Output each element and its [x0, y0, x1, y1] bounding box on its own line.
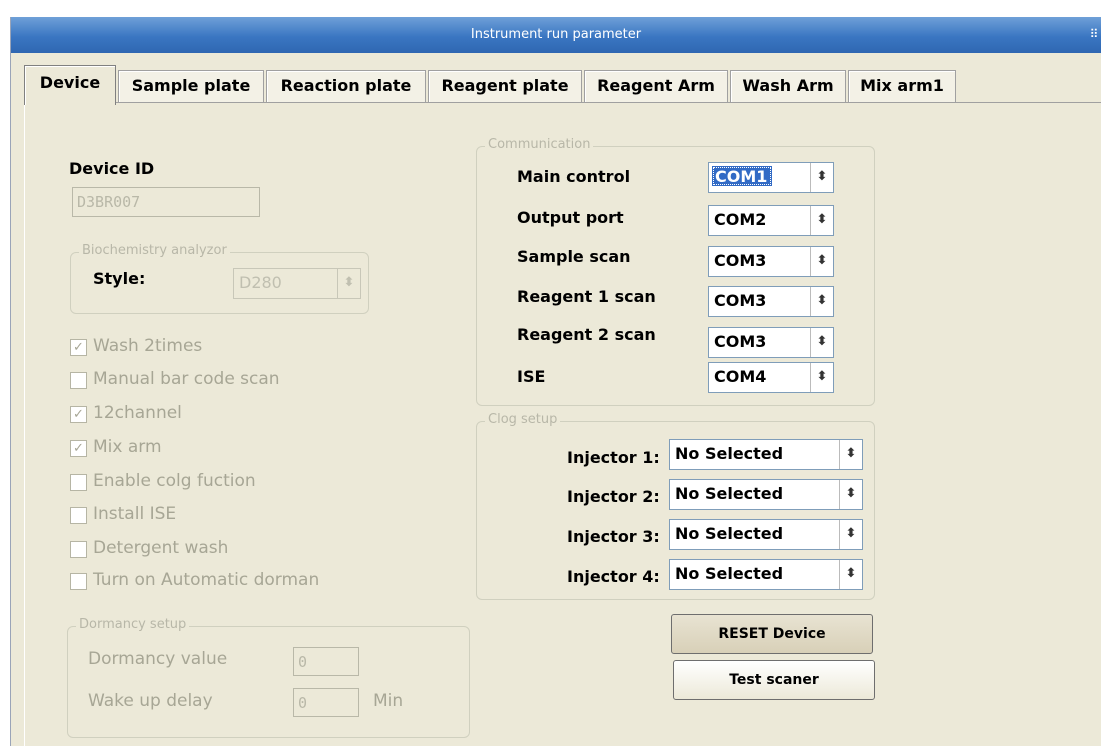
spin-icon[interactable]: ⬍ — [810, 247, 833, 276]
spin-icon[interactable]: ⬍ — [839, 520, 862, 549]
install-ise-label: Install ISE — [93, 504, 177, 524]
tab-sample-plate[interactable]: Sample plate — [118, 70, 264, 102]
style-label: Style: — [93, 269, 146, 288]
tab-mix-arm1[interactable]: Mix arm1 — [848, 70, 956, 102]
reset-device-button[interactable]: RESET Device — [671, 614, 873, 654]
biochemistry-analyzor-group: Biochemistry analyzor Style: D280 ⬍ — [70, 243, 369, 314]
spin-icon[interactable]: ⬍ — [337, 269, 360, 298]
injector-3-label: Injector 3: — [567, 527, 660, 546]
spin-icon[interactable]: ⬍ — [810, 328, 833, 357]
ise-label: ISE — [517, 367, 546, 386]
main-control-value: COM1 — [712, 166, 773, 186]
injector-4-label: Injector 4: — [567, 567, 660, 586]
injector-4-select[interactable]: No Selected ⬍ — [669, 559, 863, 590]
dormancy-value-field[interactable]: 0 — [293, 647, 359, 676]
spin-icon[interactable]: ⬍ — [810, 363, 833, 392]
title-bar: Instrument run parameter ⠿ — [11, 17, 1101, 53]
spin-icon[interactable]: ⬍ — [810, 206, 833, 235]
style-select-value: D280 — [239, 273, 282, 292]
tab-reaction-plate[interactable]: Reaction plate — [266, 70, 426, 102]
wake-up-delay-label: Wake up delay — [88, 691, 213, 711]
device-id-label: Device ID — [69, 159, 155, 178]
checkbox-unchecked-icon — [70, 372, 87, 389]
communication-group: Communication Main control COM1 ⬍ Output… — [476, 137, 875, 406]
biochemistry-group-title: Biochemistry analyzor — [79, 243, 230, 258]
ise-select[interactable]: COM4 ⬍ — [708, 362, 834, 393]
sample-scan-select[interactable]: COM3 ⬍ — [708, 246, 834, 277]
reagent-1-scan-value: COM3 — [714, 291, 767, 310]
manual-bar-code-scan-label: Manual bar code scan — [93, 369, 280, 389]
tab-reagent-arm[interactable]: Reagent Arm — [584, 70, 728, 102]
checkbox-checked-icon: ✓ — [70, 406, 87, 423]
spin-icon[interactable]: ⬍ — [810, 163, 833, 192]
dormancy-value-label: Dormancy value — [88, 649, 228, 669]
turn-on-automatic-dorman-label: Turn on Automatic dorman — [93, 570, 320, 590]
checkbox-unchecked-icon — [70, 507, 87, 524]
detergent-wash-label: Detergent wash — [93, 538, 229, 558]
window-title: Instrument run parameter — [470, 27, 642, 42]
clog-group-title: Clog setup — [485, 412, 561, 427]
spin-icon[interactable]: ⬍ — [839, 440, 862, 469]
injector-2-value: No Selected — [675, 484, 784, 503]
reagent-2-scan-select[interactable]: COM3 ⬍ — [708, 327, 834, 358]
tab-reagent-plate[interactable]: Reagent plate — [428, 70, 582, 102]
reagent-2-scan-label: Reagent 2 scan — [517, 325, 656, 344]
dormancy-group-title: Dormancy setup — [76, 617, 190, 632]
spin-icon[interactable]: ⬍ — [839, 560, 862, 589]
style-select[interactable]: D280 ⬍ — [233, 268, 361, 299]
main-control-label: Main control — [517, 167, 631, 186]
spin-icon[interactable]: ⬍ — [810, 287, 833, 316]
output-port-value: COM2 — [714, 210, 767, 229]
injector-2-label: Injector 2: — [567, 487, 660, 506]
reagent-1-scan-label: Reagent 1 scan — [517, 287, 656, 306]
injector-1-value: No Selected — [675, 444, 784, 463]
sample-scan-label: Sample scan — [517, 247, 631, 266]
clog-setup-group: Clog setup Injector 1: No Selected ⬍ Inj… — [476, 412, 875, 600]
wash-2times-label: Wash 2times — [93, 336, 203, 356]
checkbox-checked-icon: ✓ — [70, 440, 87, 457]
output-port-label: Output port — [517, 208, 624, 227]
injector-2-select[interactable]: No Selected ⬍ — [669, 479, 863, 510]
instrument-run-parameter-window: Instrument run parameter ⠿ Device Sample… — [10, 17, 1101, 746]
injector-3-value: No Selected — [675, 524, 784, 543]
communication-group-title: Communication — [485, 137, 594, 152]
injector-3-select[interactable]: No Selected ⬍ — [669, 519, 863, 550]
device-id-field[interactable]: D3BR007 — [72, 187, 260, 217]
enable-colg-fuction-label: Enable colg fuction — [93, 471, 256, 491]
wake-up-delay-field[interactable]: 0 — [293, 688, 359, 717]
injector-1-select[interactable]: No Selected ⬍ — [669, 439, 863, 470]
sample-scan-value: COM3 — [714, 251, 767, 270]
checkbox-checked-icon: ✓ — [70, 339, 87, 356]
reagent-1-scan-select[interactable]: COM3 ⬍ — [708, 286, 834, 317]
ise-value: COM4 — [714, 367, 767, 386]
checkbox-unchecked-icon — [70, 541, 87, 558]
tab-device[interactable]: Device — [24, 65, 116, 105]
checkbox-unchecked-icon — [70, 573, 87, 590]
main-control-select[interactable]: COM1 ⬍ — [708, 162, 834, 193]
output-port-select[interactable]: COM2 ⬍ — [708, 205, 834, 236]
wake-unit-label: Min — [373, 691, 404, 711]
12channel-label: 12channel — [93, 403, 182, 423]
test-scaner-button[interactable]: Test scaner — [673, 660, 875, 700]
grip-icon[interactable]: ⠿ — [1089, 28, 1099, 40]
spin-icon[interactable]: ⬍ — [839, 480, 862, 509]
reagent-2-scan-value: COM3 — [714, 332, 767, 351]
injector-1-label: Injector 1: — [567, 448, 660, 467]
dormancy-setup-group: Dormancy setup Dormancy value 0 Wake up … — [67, 617, 470, 738]
device-tab-panel: Device ID D3BR007 Biochemistry analyzor … — [24, 103, 1101, 746]
checkbox-unchecked-icon — [70, 474, 87, 491]
injector-4-value: No Selected — [675, 564, 784, 583]
tab-wash-arm[interactable]: Wash Arm — [730, 70, 846, 102]
mix-arm-label: Mix arm — [93, 437, 162, 457]
